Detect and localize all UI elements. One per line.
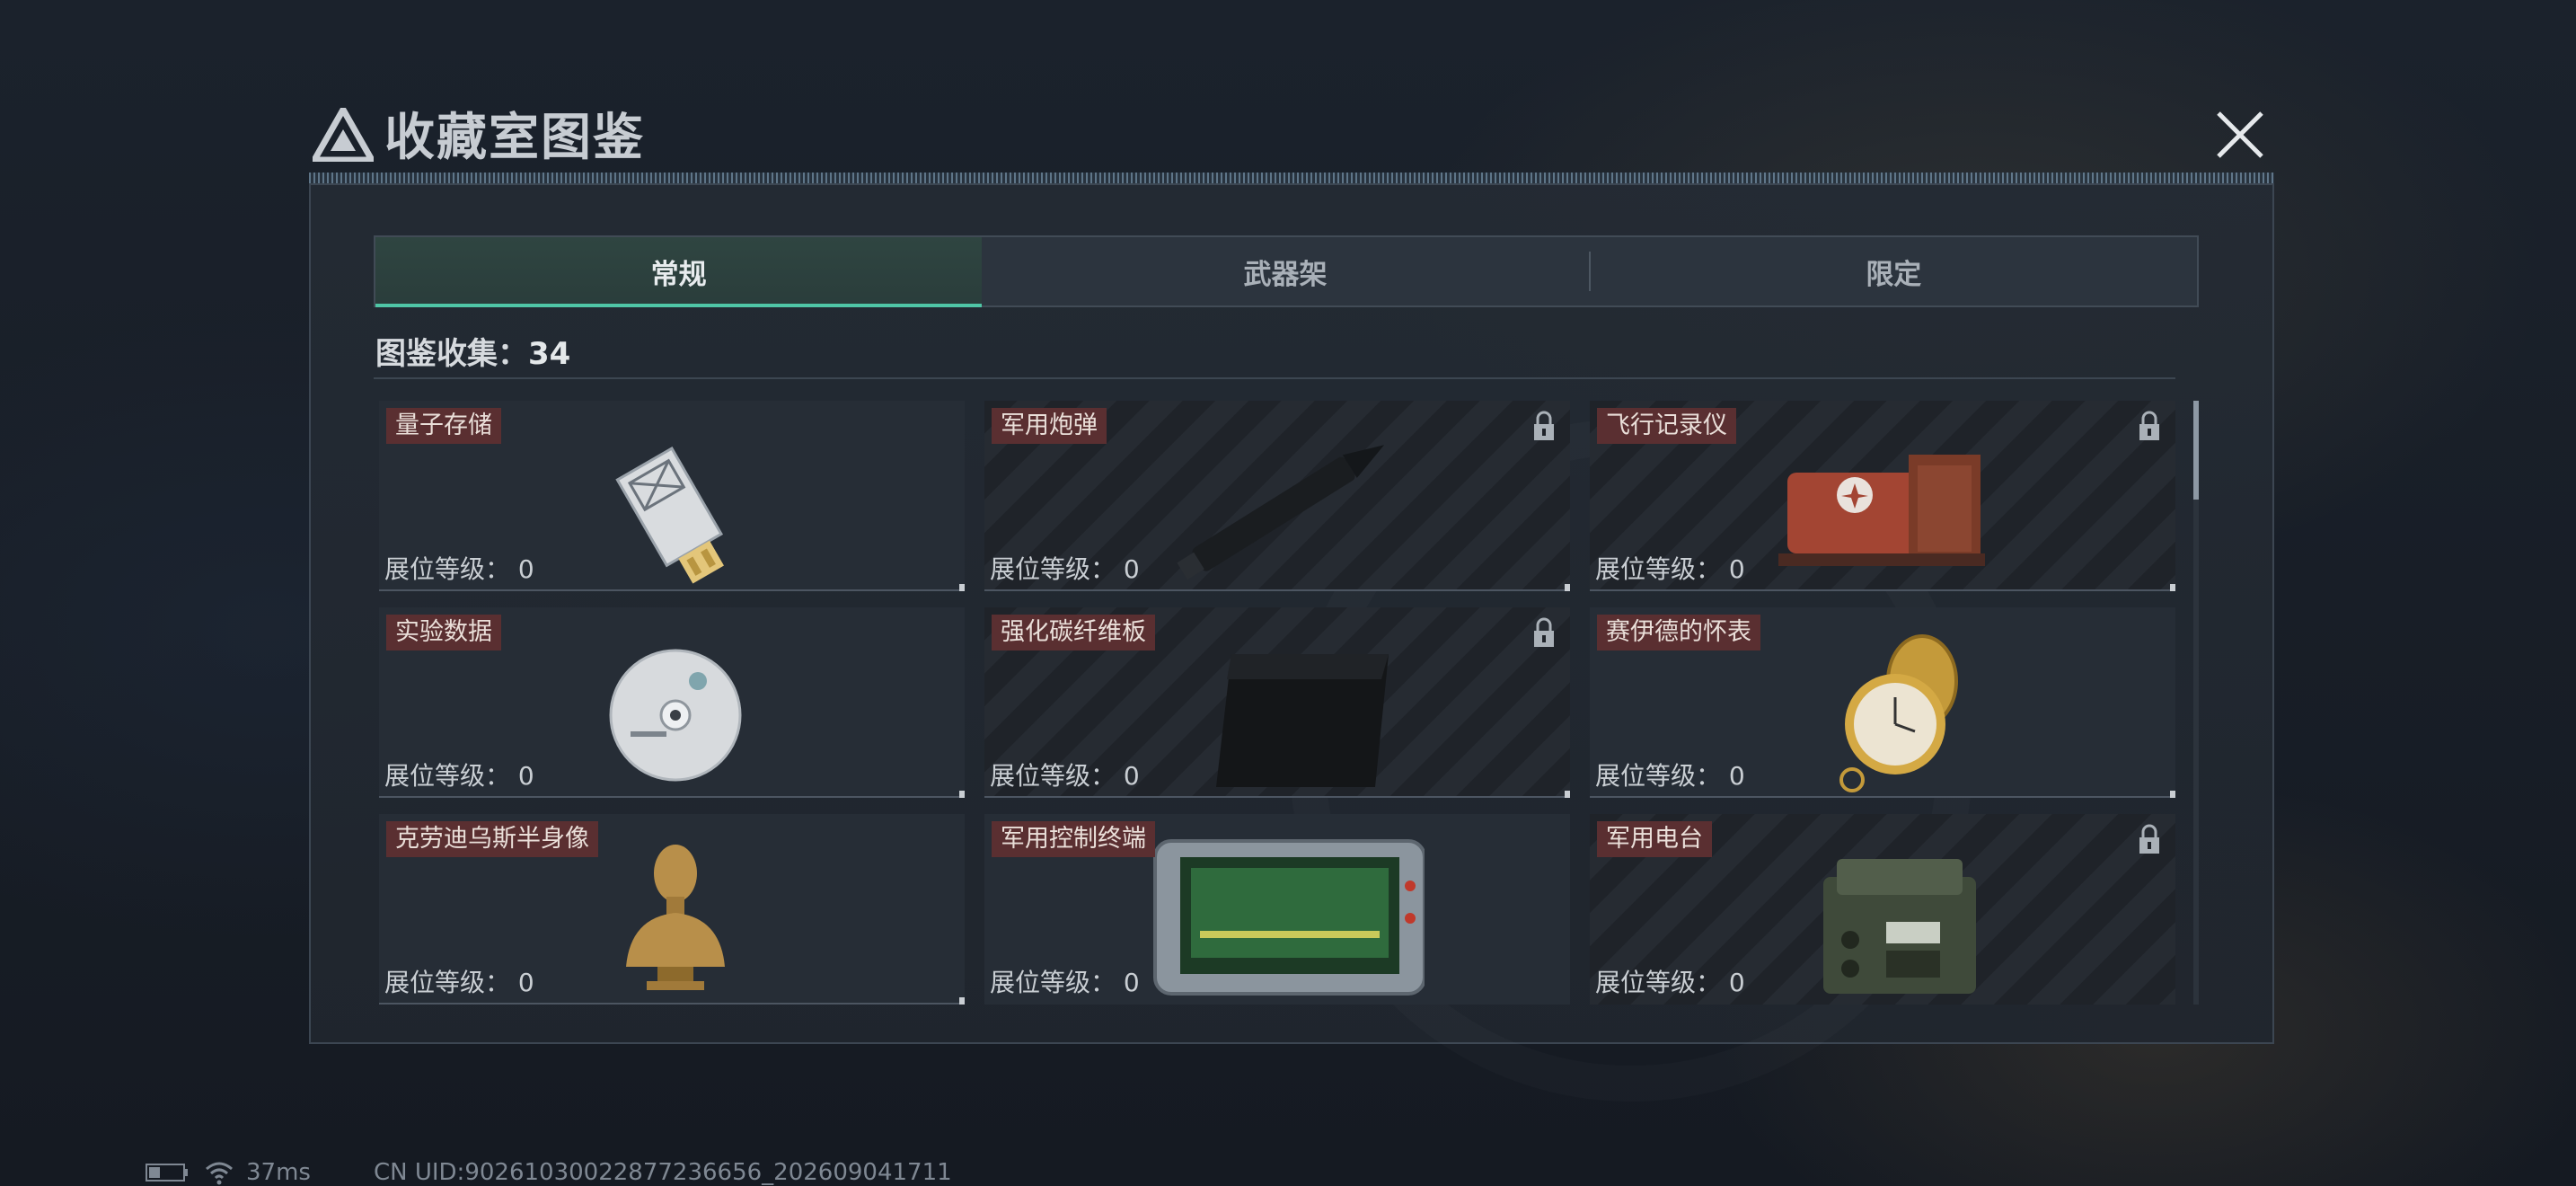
card-divider xyxy=(1590,791,2175,798)
display-level-label: 展位等级： xyxy=(384,554,511,584)
display-level: 展位等级： 0 xyxy=(990,757,1140,792)
collection-grid: 量子存储 展位等级： 0 军用炮弹 展位等级： 0 飞行记录仪 展位等级： 0 … xyxy=(379,401,2179,1005)
divider xyxy=(374,377,2175,379)
card-divider xyxy=(1590,584,2175,591)
collection-card-pocket-watch[interactable]: 赛伊德的怀表 展位等级： 0 xyxy=(1590,607,2175,798)
item-name: 飞行记录仪 xyxy=(1597,408,1736,444)
display-level-label: 展位等级： xyxy=(990,761,1116,791)
collection-card-quantum-storage[interactable]: 量子存储 展位等级： 0 xyxy=(379,401,965,591)
display-level-label: 展位等级： xyxy=(384,968,511,997)
radio-icon xyxy=(1823,859,1976,994)
item-name: 军用炮弹 xyxy=(992,408,1107,444)
collection-card-experiment-data[interactable]: 实验数据 展位等级： 0 xyxy=(379,607,965,798)
collection-count: 图鉴收集：34 xyxy=(375,329,570,373)
display-level: 展位等级： 0 xyxy=(384,963,534,999)
item-name: 量子存储 xyxy=(386,408,501,444)
ping-value: 37ms xyxy=(246,1159,311,1186)
display-level: 展位等级： 0 xyxy=(384,757,534,792)
item-name: 赛伊德的怀表 xyxy=(1597,615,1760,651)
delta-logo-icon xyxy=(313,108,374,162)
display-level-label: 展位等级： xyxy=(990,968,1116,997)
display-level-value: 0 xyxy=(1123,761,1140,791)
display-level-label: 展位等级： xyxy=(384,761,511,791)
collection-count-label: 图鉴收集： xyxy=(375,336,528,372)
lock-icon xyxy=(1534,411,1554,440)
bust-icon xyxy=(626,845,725,990)
battery-icon xyxy=(146,1164,188,1182)
display-level-value: 0 xyxy=(1728,554,1745,584)
usb-drive-icon xyxy=(615,446,724,584)
display-level: 展位等级： 0 xyxy=(1595,963,1745,999)
collection-card-artillery-shell[interactable]: 军用炮弹 展位等级： 0 xyxy=(984,401,1570,591)
display-level-value: 0 xyxy=(1728,761,1745,791)
card-divider xyxy=(379,997,965,1005)
artillery-shell-icon xyxy=(1177,445,1385,580)
display-level-value: 0 xyxy=(517,554,534,584)
display-level-value: 0 xyxy=(1728,968,1745,997)
tab-limited[interactable]: 限定 xyxy=(1591,237,2197,305)
user-uid: CN UID:90261030022877236656_202609041711 xyxy=(373,1159,952,1186)
lock-icon xyxy=(1534,617,1554,647)
tab-weapon-rack[interactable]: 武器架 xyxy=(982,237,1588,305)
card-divider xyxy=(984,584,1570,591)
display-level: 展位等级： 0 xyxy=(1595,550,1745,586)
wifi-icon xyxy=(206,1162,233,1185)
card-divider xyxy=(984,791,1570,798)
display-level-value: 0 xyxy=(1123,554,1140,584)
card-divider xyxy=(379,584,965,591)
collection-count-value: 34 xyxy=(528,336,571,372)
lock-icon xyxy=(2139,824,2159,854)
collection-card-control-terminal[interactable]: 军用控制终端 展位等级： 0 xyxy=(984,814,1570,1005)
display-level: 展位等级： 0 xyxy=(990,550,1140,586)
collection-card-claudius-bust[interactable]: 克劳迪乌斯半身像 展位等级： 0 xyxy=(379,814,965,1005)
control-terminal-icon xyxy=(1153,839,1425,996)
item-name: 军用控制终端 xyxy=(992,821,1155,857)
disc-icon xyxy=(609,649,742,782)
display-level-value: 0 xyxy=(517,761,534,791)
display-level: 展位等级： 0 xyxy=(384,550,534,586)
card-divider xyxy=(379,791,965,798)
item-name: 军用电台 xyxy=(1597,821,1712,857)
title-bar: 收藏室图鉴 xyxy=(305,97,2278,183)
display-level: 展位等级： 0 xyxy=(990,963,1140,999)
item-name: 强化碳纤维板 xyxy=(992,615,1155,651)
display-level-value: 0 xyxy=(517,968,534,997)
status-bar: 37ms CN UID:90261030022877236656_2026090… xyxy=(146,1159,952,1186)
tab-regular[interactable]: 常规 xyxy=(375,237,983,307)
carbon-plate-icon xyxy=(1216,654,1389,787)
close-icon[interactable] xyxy=(2208,102,2272,167)
page-title: 收藏室图鉴 xyxy=(384,109,645,167)
display-level-label: 展位等级： xyxy=(1595,554,1722,584)
display-level: 展位等级： 0 xyxy=(1595,757,1745,792)
display-level-value: 0 xyxy=(1123,968,1140,997)
display-level-label: 展位等级： xyxy=(990,554,1116,584)
flight-recorder-icon xyxy=(1778,455,1985,566)
lock-icon xyxy=(2139,411,2159,440)
title-divider xyxy=(309,173,2274,183)
collection-card-flight-recorder[interactable]: 飞行记录仪 展位等级： 0 xyxy=(1590,401,2175,591)
grid-scrollbar[interactable] xyxy=(2193,401,2199,1005)
display-level-label: 展位等级： xyxy=(1595,761,1722,791)
collection-card-carbon-plate[interactable]: 强化碳纤维板 展位等级： 0 xyxy=(984,607,1570,798)
pocket-watch-icon xyxy=(1839,634,1958,792)
collection-card-military-radio[interactable]: 军用电台 展位等级： 0 xyxy=(1590,814,2175,1005)
item-name: 克劳迪乌斯半身像 xyxy=(386,821,598,857)
display-level-label: 展位等级： xyxy=(1595,968,1722,997)
category-tabs: 常规 武器架 限定 xyxy=(374,235,2199,307)
scrollbar-thumb[interactable] xyxy=(2193,401,2199,500)
item-name: 实验数据 xyxy=(386,615,501,651)
